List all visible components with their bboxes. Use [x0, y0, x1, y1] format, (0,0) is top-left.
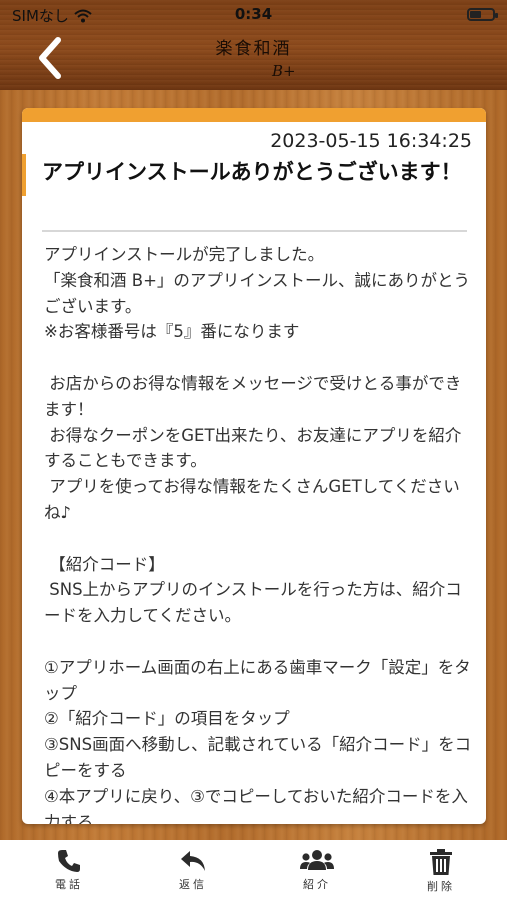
trash-icon: [430, 849, 452, 875]
tab-delete-label: 削除: [427, 880, 455, 893]
tab-reply[interactable]: 返信: [130, 840, 256, 900]
tab-phone-label: 電話: [55, 878, 83, 891]
reply-icon: [181, 851, 205, 871]
bottom-tab-bar: 電話 返信 紹介 削除: [0, 840, 507, 900]
card-accent-bar: [22, 108, 486, 122]
battery-level: [470, 11, 481, 18]
message-title: アプリインストールありがとうございます！: [42, 160, 462, 184]
status-time: 0:34: [234, 5, 273, 23]
message-date: 2023-05-15 16:34:25: [270, 130, 472, 152]
status-bar: SIMなし 0:34: [0, 0, 507, 30]
tab-introduce-label: 紹介: [303, 878, 331, 891]
users-icon: [300, 850, 334, 870]
title-accent-bar: [22, 154, 26, 196]
tab-reply-label: 返信: [179, 878, 207, 891]
brand-logo-sub: B+: [272, 62, 296, 80]
tab-phone[interactable]: 電話: [6, 840, 132, 900]
tab-delete[interactable]: 削除: [378, 840, 504, 900]
brand-logo: 楽食和酒: [215, 39, 292, 59]
phone-icon: [58, 850, 80, 872]
battery-icon: [467, 8, 498, 21]
message-body: アプリインストールが完了しました。 「楽食和酒 B+」のアプリインストール、誠に…: [44, 245, 472, 824]
tab-introduce[interactable]: 紹介: [254, 840, 380, 900]
title-divider: [42, 230, 467, 232]
message-card: 2023-05-15 16:34:25 アプリインストールありがとうございます！…: [22, 108, 486, 824]
